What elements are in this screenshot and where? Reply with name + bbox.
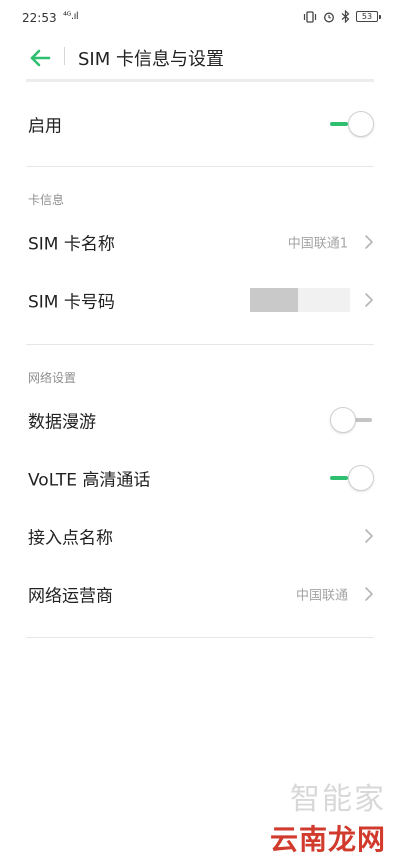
chevron-right-icon	[365, 235, 373, 249]
volte-toggle[interactable]	[326, 464, 374, 492]
data-roaming-toggle[interactable]	[326, 406, 374, 434]
carrier-value: 中国联通	[295, 588, 348, 604]
watermark: 智能家 云南龙网	[270, 774, 386, 858]
page-title: SIM 卡信息与设置	[78, 49, 224, 70]
alarm-icon	[324, 12, 334, 22]
signal-icon: ⁴ᴳ.ıl	[63, 11, 79, 22]
toggle-knob	[330, 407, 356, 433]
toggle-knob	[348, 111, 374, 137]
section-title-network: 网络设置	[28, 371, 77, 385]
sim-name-row[interactable]: SIM 卡名称 中国联通1	[0, 213, 400, 271]
back-button[interactable]	[26, 44, 54, 72]
status-bar: 22:53 ⁴ᴳ.ıl 53	[0, 0, 400, 36]
apn-row[interactable]: 接入点名称	[0, 507, 400, 565]
mask-block	[250, 288, 298, 312]
enable-toggle[interactable]	[326, 110, 374, 138]
apn-label: 接入点名称	[28, 528, 113, 549]
carrier-row[interactable]: 网络运营商 中国联通	[0, 565, 400, 623]
sim-name-value: 中国联通1	[287, 236, 348, 252]
sim-name-label: SIM 卡名称	[28, 234, 115, 255]
data-roaming-row[interactable]: 数据漫游	[0, 391, 400, 449]
volte-row[interactable]: VoLTE 高清通话	[0, 449, 400, 507]
watermark-bottom: 云南龙网	[269, 823, 386, 856]
battery-icon: 53	[356, 11, 381, 22]
vibrate-icon	[303, 10, 317, 23]
enable-label: 启用	[28, 116, 62, 137]
enable-row[interactable]: 启用	[0, 95, 400, 153]
volte-label: VoLTE 高清通话	[28, 470, 151, 491]
watermark-top: 智能家	[290, 782, 386, 817]
divider	[26, 344, 374, 345]
sim-number-masked	[250, 288, 350, 312]
chevron-right-icon	[365, 293, 373, 307]
toggle-knob	[348, 465, 374, 491]
toggle-track	[330, 476, 348, 480]
divider	[26, 637, 374, 638]
arrow-left-icon	[30, 49, 51, 67]
mask-block	[298, 288, 350, 312]
toggle-track	[330, 122, 348, 126]
status-icons: 53	[303, 10, 381, 23]
sim-number-label: SIM 卡号码	[28, 292, 115, 313]
bluetooth-icon	[341, 10, 350, 23]
status-time: 22:53	[22, 11, 57, 25]
header-shadow	[26, 79, 374, 82]
header-divider	[64, 47, 65, 65]
data-roaming-label: 数据漫游	[28, 412, 96, 433]
section-title-card-info: 卡信息	[28, 193, 65, 207]
chevron-right-icon	[365, 587, 373, 601]
sim-number-row[interactable]: SIM 卡号码	[0, 271, 400, 329]
carrier-label: 网络运营商	[28, 586, 113, 607]
divider	[26, 166, 374, 167]
app-header: SIM 卡信息与设置	[0, 36, 400, 80]
chevron-right-icon	[365, 529, 373, 543]
